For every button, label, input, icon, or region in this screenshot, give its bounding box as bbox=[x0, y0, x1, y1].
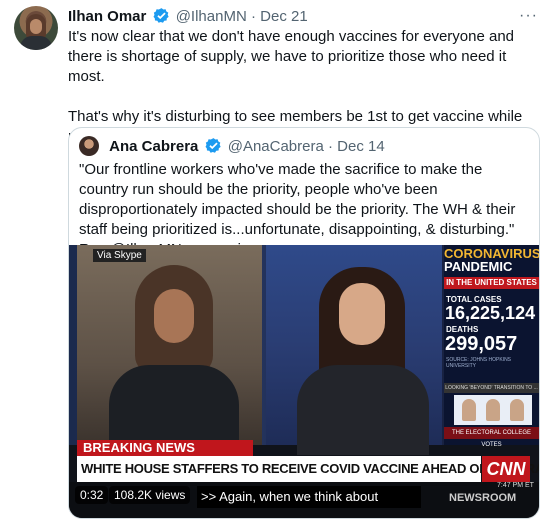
electoral-banner: THE ELECTORAL COLLEGE VOTES bbox=[444, 427, 539, 448]
show-name: NEWSROOM bbox=[449, 492, 517, 504]
skype-label: Via Skype bbox=[93, 249, 146, 262]
breaking-news-banner: BREAKING NEWS bbox=[77, 440, 253, 456]
lower-tag: LOOKING 'BEYOND' TRANSITION TO ... bbox=[444, 383, 539, 393]
quoted-author-handle: @AnaCabrera bbox=[227, 138, 324, 155]
quoted-verified-badge-icon bbox=[205, 137, 222, 160]
video-elapsed-time: 0:32 bbox=[75, 486, 109, 504]
faces-graphic bbox=[454, 395, 532, 425]
quoted-header-separator: · bbox=[328, 138, 333, 155]
closed-caption: >> Again, when we think about bbox=[197, 486, 421, 508]
guest-face bbox=[154, 289, 194, 343]
in-us-banner: IN THE UNITED STATES bbox=[444, 277, 539, 289]
chyron-headline: WHITE HOUSE STAFFERS TO RECEIVE COVID VA… bbox=[77, 456, 539, 482]
quoted-tweet-card[interactable]: Ana Cabrera @AnaCabrera · Dec 14 "Our fr… bbox=[68, 127, 540, 519]
cnn-logo: CNN bbox=[482, 456, 530, 482]
face-1 bbox=[462, 399, 476, 421]
author-name[interactable]: Ilhan Omar bbox=[68, 8, 146, 25]
pandemic-heading: PANDEMIC bbox=[444, 259, 513, 274]
quoted-tweet-date: Dec 14 bbox=[337, 138, 385, 155]
stats-source: SOURCE: JOHNS HOPKINS UNIVERSITY bbox=[446, 357, 512, 369]
quoted-author-avatar bbox=[79, 136, 99, 156]
quoted-tweet-header: Ana Cabrera @AnaCabrera · Dec 14 bbox=[79, 136, 385, 156]
header-separator: · bbox=[250, 8, 256, 25]
broadcast-clock: 7:47 PM ET bbox=[497, 482, 534, 489]
quoted-author-name: Ana Cabrera bbox=[109, 138, 199, 155]
tweet-paragraph-1: It's now clear that we don't have enough… bbox=[68, 28, 515, 85]
total-cases-value: 16,225,124 bbox=[445, 303, 536, 323]
avatar-body bbox=[20, 36, 52, 50]
tweet-header: Ilhan Omar @IlhanMN · Dec 21 bbox=[68, 7, 540, 27]
face-3 bbox=[510, 399, 524, 421]
author-handle[interactable]: @IlhanMN bbox=[176, 8, 247, 25]
anchor-face bbox=[339, 283, 385, 345]
author-avatar[interactable] bbox=[14, 6, 58, 50]
deaths-value: 299,057 bbox=[445, 333, 518, 355]
more-options-icon[interactable]: ··· bbox=[519, 7, 538, 25]
anchor-body bbox=[297, 365, 429, 455]
tweet-date[interactable]: Dec 21 bbox=[260, 8, 308, 25]
video-player[interactable]: Via Skype CORONAVIRUS PANDEMIC IN THE UN… bbox=[69, 245, 539, 518]
video-view-count: 108.2K views bbox=[109, 486, 191, 504]
face-2 bbox=[486, 399, 500, 421]
avatar-face bbox=[30, 19, 42, 34]
